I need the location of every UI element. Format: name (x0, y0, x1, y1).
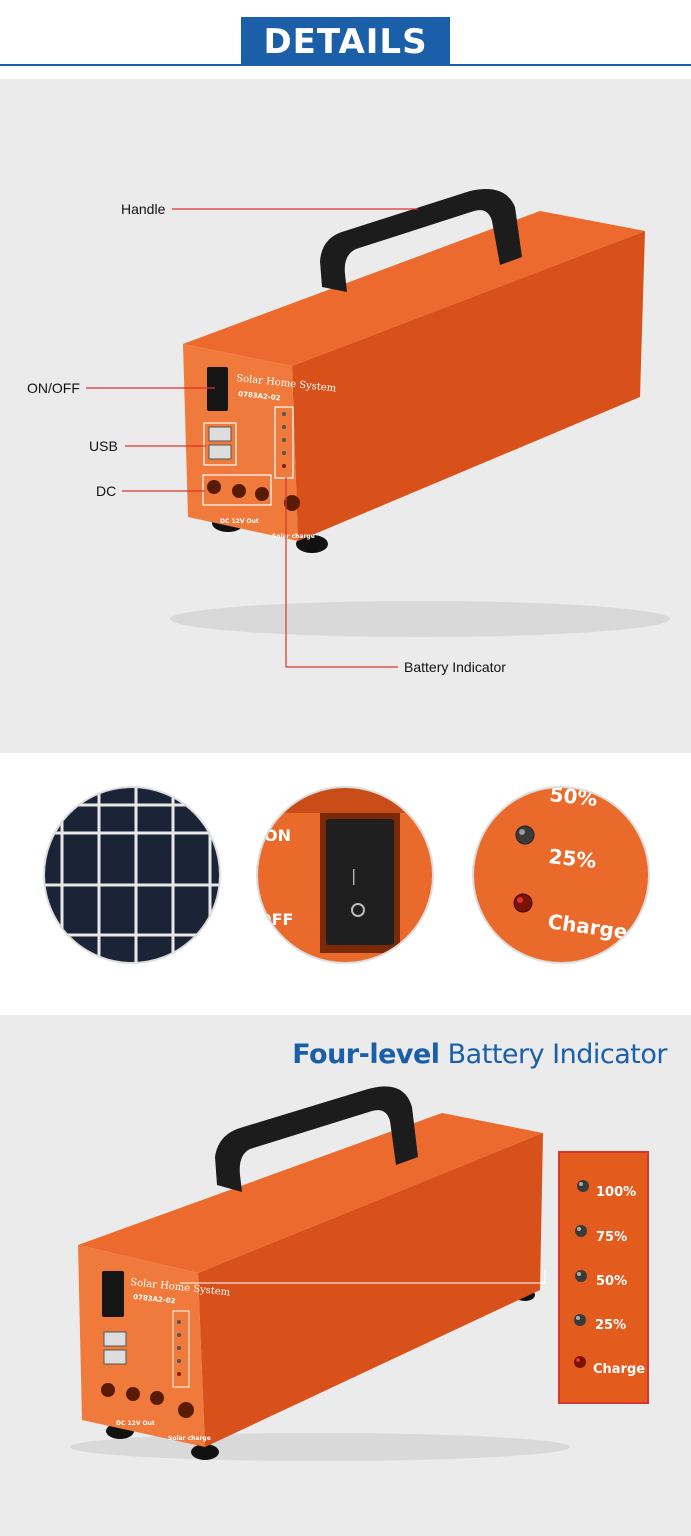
callout-battery-indicator: Battery Indicator (404, 659, 506, 675)
callout-usb: USB (89, 438, 118, 454)
details-header: DETAILS (0, 0, 691, 80)
power-switch (207, 367, 228, 411)
svg-text:DC 12V Out: DC 12V Out (220, 518, 259, 525)
svg-text:25%: 25% (547, 844, 597, 873)
battery-indicator-section: Four-level Battery Indicator Solar Home … (0, 1015, 691, 1536)
svg-text:|: | (351, 866, 356, 885)
level-75: 75% (596, 1230, 627, 1245)
level-50: 50% (596, 1274, 627, 1289)
annotated-product-section: Solar Home System 0783A2-02 DC 12V Out S… (0, 79, 691, 753)
level-100: 100% (596, 1185, 636, 1200)
svg-text:Solar charge: Solar charge (168, 1435, 211, 1442)
callout-dc: DC (96, 483, 117, 499)
details-title: DETAILS (241, 17, 450, 66)
led-closeup: 50% 25% Charge (473, 787, 649, 963)
svg-text:DC 12V Out: DC 12V Out (116, 1420, 155, 1427)
svg-text:ON: ON (264, 826, 291, 845)
indicator-zoom-panel: 100% 75% 50% 25% Charge (558, 1151, 649, 1404)
svg-text:Solar charge: Solar charge (272, 533, 315, 540)
callout-on-off: ON/OFF (27, 380, 80, 396)
callout-handle: Handle (121, 201, 166, 217)
level-charge: Charge (593, 1362, 645, 1377)
switch-closeup: | ON OFF (257, 787, 433, 963)
svg-text:OFF: OFF (258, 910, 293, 929)
closeup-section: | ON OFF 50% 25% Charge (0, 753, 691, 1015)
level-25: 25% (595, 1318, 626, 1333)
product-illustration: Solar Home System 0783A2-02 DC 12V Out S… (86, 189, 670, 668)
product-detail-page: DETAILS Solar Home System 0783A2-02 DC 1… (0, 0, 691, 1536)
solar-panel-closeup (44, 787, 220, 963)
